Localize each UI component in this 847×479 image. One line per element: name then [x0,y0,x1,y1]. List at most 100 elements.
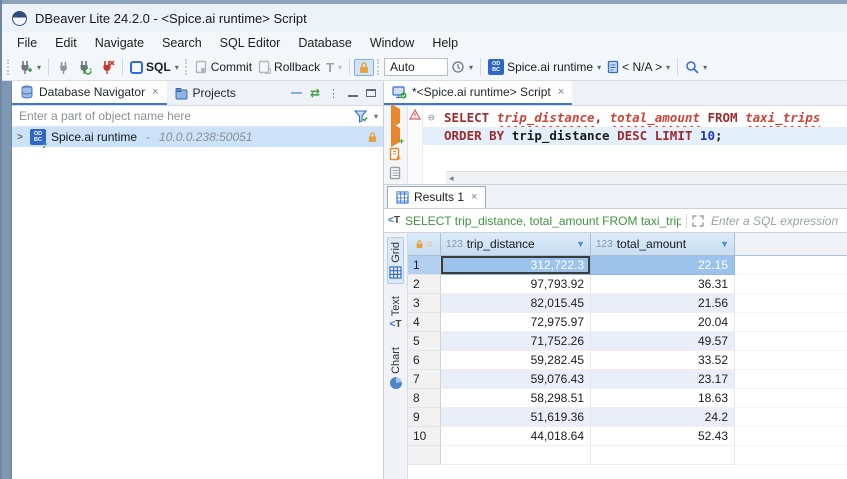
chevron-down-icon[interactable]: ▾ [597,63,601,72]
data-cell[interactable]: 23.17 [591,370,735,389]
maximize-panel-icon[interactable] [366,89,376,97]
chevron-down-icon[interactable]: ▾ [703,63,707,72]
transaction-log-button[interactable]: T ▾ [323,58,345,77]
menu-item-search[interactable]: Search [153,34,211,52]
data-cell[interactable]: 21.56 [591,294,735,313]
new-connection-button[interactable]: ▾ [14,57,44,77]
chevron-down-icon[interactable]: ▾ [666,63,670,72]
grid-corner-cell[interactable]: ○ [408,233,441,255]
data-cell[interactable]: 52.43 [591,427,735,446]
chevron-down-icon[interactable]: ▾ [175,63,179,72]
data-cell[interactable]: 59,076.43 [441,370,591,389]
data-cell[interactable]: 82,015.45 [441,294,591,313]
data-cell[interactable]: 18.63 [591,389,735,408]
link-with-editor-icon[interactable]: ⇄ [310,86,320,100]
sql-expression-filter-input[interactable] [709,213,843,229]
tab-grid-view[interactable]: Grid [387,237,404,284]
row-number-cell[interactable]: 7 [408,370,441,389]
row-number-cell[interactable]: 2 [408,275,441,294]
search-button[interactable]: ▾ [682,58,710,76]
chevron-down-icon[interactable]: ▾ [338,63,342,72]
sort-desc-icon[interactable]: ▼ [720,239,729,249]
view-menu-icon[interactable]: ⋮ [328,87,340,100]
data-cell[interactable]: 71,752.26 [441,332,591,351]
menu-item-help[interactable]: Help [423,34,467,52]
column-header-total-amount[interactable]: 123 total_amount ▼ [591,233,735,255]
chevron-down-icon[interactable]: ▾ [374,112,378,121]
connection-tree-item[interactable]: > OD BC ✓ Spice.ai runtime - 10.0.0.238:… [12,127,383,147]
commit-mode-combo[interactable]: Auto [384,58,448,76]
data-cell[interactable]: 24.2 [591,408,735,427]
chevron-down-icon[interactable]: ▾ [469,63,473,72]
toolbar-drag-handle[interactable] [377,59,381,75]
fold-marker-icon[interactable]: ⊖ [428,109,435,127]
menu-item-edit[interactable]: Edit [46,34,86,52]
sql-line[interactable]: ⊖SELECT trip_distance, total_amount FROM… [423,109,847,127]
sql-editor-button[interactable]: SQL ▾ [127,58,182,76]
row-number-cell[interactable]: 5 [408,332,441,351]
filter-funnel-icon[interactable] [354,110,368,123]
reconnect-button[interactable] [74,57,96,77]
title-bar[interactable]: DBeaver Lite 24.2.0 - <Spice.ai runtime>… [2,4,847,32]
row-number-cell[interactable]: 10 [408,427,441,446]
toolbar-drag-handle[interactable] [7,59,11,75]
scroll-left-icon[interactable]: ◂ [446,173,457,184]
menu-item-database[interactable]: Database [289,34,361,52]
column-header-trip-distance[interactable]: 123 trip_distance ▼ [441,233,591,255]
toolbar-drag-handle[interactable] [185,59,189,75]
active-schema-selector[interactable]: < N/A > ▾ [604,58,673,76]
data-cell[interactable]: 58,298.51 [441,389,591,408]
chevron-down-icon[interactable]: ▾ [37,63,41,72]
menu-item-sql-editor[interactable]: SQL Editor [211,34,290,52]
rollback-button[interactable]: Rollback [255,58,323,76]
connect-button[interactable] [53,58,74,77]
sort-desc-icon[interactable]: ▼ [576,239,585,249]
menu-item-window[interactable]: Window [361,34,423,52]
data-cell[interactable]: 20.04 [591,313,735,332]
data-cell[interactable]: 59,282.45 [441,351,591,370]
data-cell[interactable]: 49.57 [591,332,735,351]
connection-lock-toggle[interactable] [354,59,374,76]
tab-sql-script[interactable]: *<Spice.ai runtime> Script × [384,81,572,105]
expand-chevron-icon[interactable]: > [17,132,25,143]
execute-script-button[interactable] [389,147,402,161]
active-connection-selector[interactable]: OD BC Spice.ai runtime ▾ [485,57,604,77]
warning-icon[interactable] [409,109,421,120]
data-cell[interactable]: 72,975.97 [441,313,591,332]
tab-text-view[interactable]: Text <T [388,291,404,335]
row-number-cell[interactable]: 3 [408,294,441,313]
row-number-cell[interactable]: 6 [408,351,441,370]
data-cell[interactable]: 33.52 [591,351,735,370]
close-icon[interactable]: × [471,191,477,203]
data-cell[interactable]: 51,619.36 [441,408,591,427]
data-cell[interactable]: 97,793.92 [441,275,591,294]
data-cell[interactable]: 44,018.64 [441,427,591,446]
row-number-cell[interactable]: 1 [408,256,441,275]
minimize-panel-icon[interactable] [348,94,358,97]
tab-database-navigator[interactable]: Database Navigator × [12,81,167,105]
explain-plan-button[interactable] [389,166,402,180]
tab-results-1[interactable]: Results 1 × [387,186,486,208]
close-icon[interactable]: × [152,86,158,98]
menu-item-file[interactable]: File [8,34,46,52]
sql-line[interactable]: ORDER BY trip_distance DESC LIMIT 10; [423,127,847,145]
close-icon[interactable]: × [558,86,564,98]
menu-item-navigate[interactable]: Navigate [86,34,153,52]
execute-statement-button[interactable] [391,109,400,123]
disconnect-button[interactable] [96,57,118,77]
object-filter-input[interactable] [17,108,349,124]
row-number-cell[interactable]: 9 [408,408,441,427]
tab-chart-view[interactable]: Chart [388,342,404,394]
data-cell[interactable]: 36.31 [591,275,735,294]
transaction-history-button[interactable]: ▾ [448,58,476,76]
commit-button[interactable]: Commit [192,58,255,76]
expand-filter-icon[interactable] [692,215,704,227]
row-number-cell[interactable]: 4 [408,313,441,332]
collapse-all-icon[interactable]: — [291,87,302,99]
editor-horizontal-scrollbar[interactable]: ◂ [446,171,847,184]
data-cell[interactable]: 312,722.3 [441,256,591,275]
tab-projects[interactable]: Projects [167,81,244,105]
data-cell[interactable]: 22.15 [591,256,735,275]
row-number-cell[interactable]: 8 [408,389,441,408]
execute-new-tab-button[interactable]: + [391,128,400,142]
